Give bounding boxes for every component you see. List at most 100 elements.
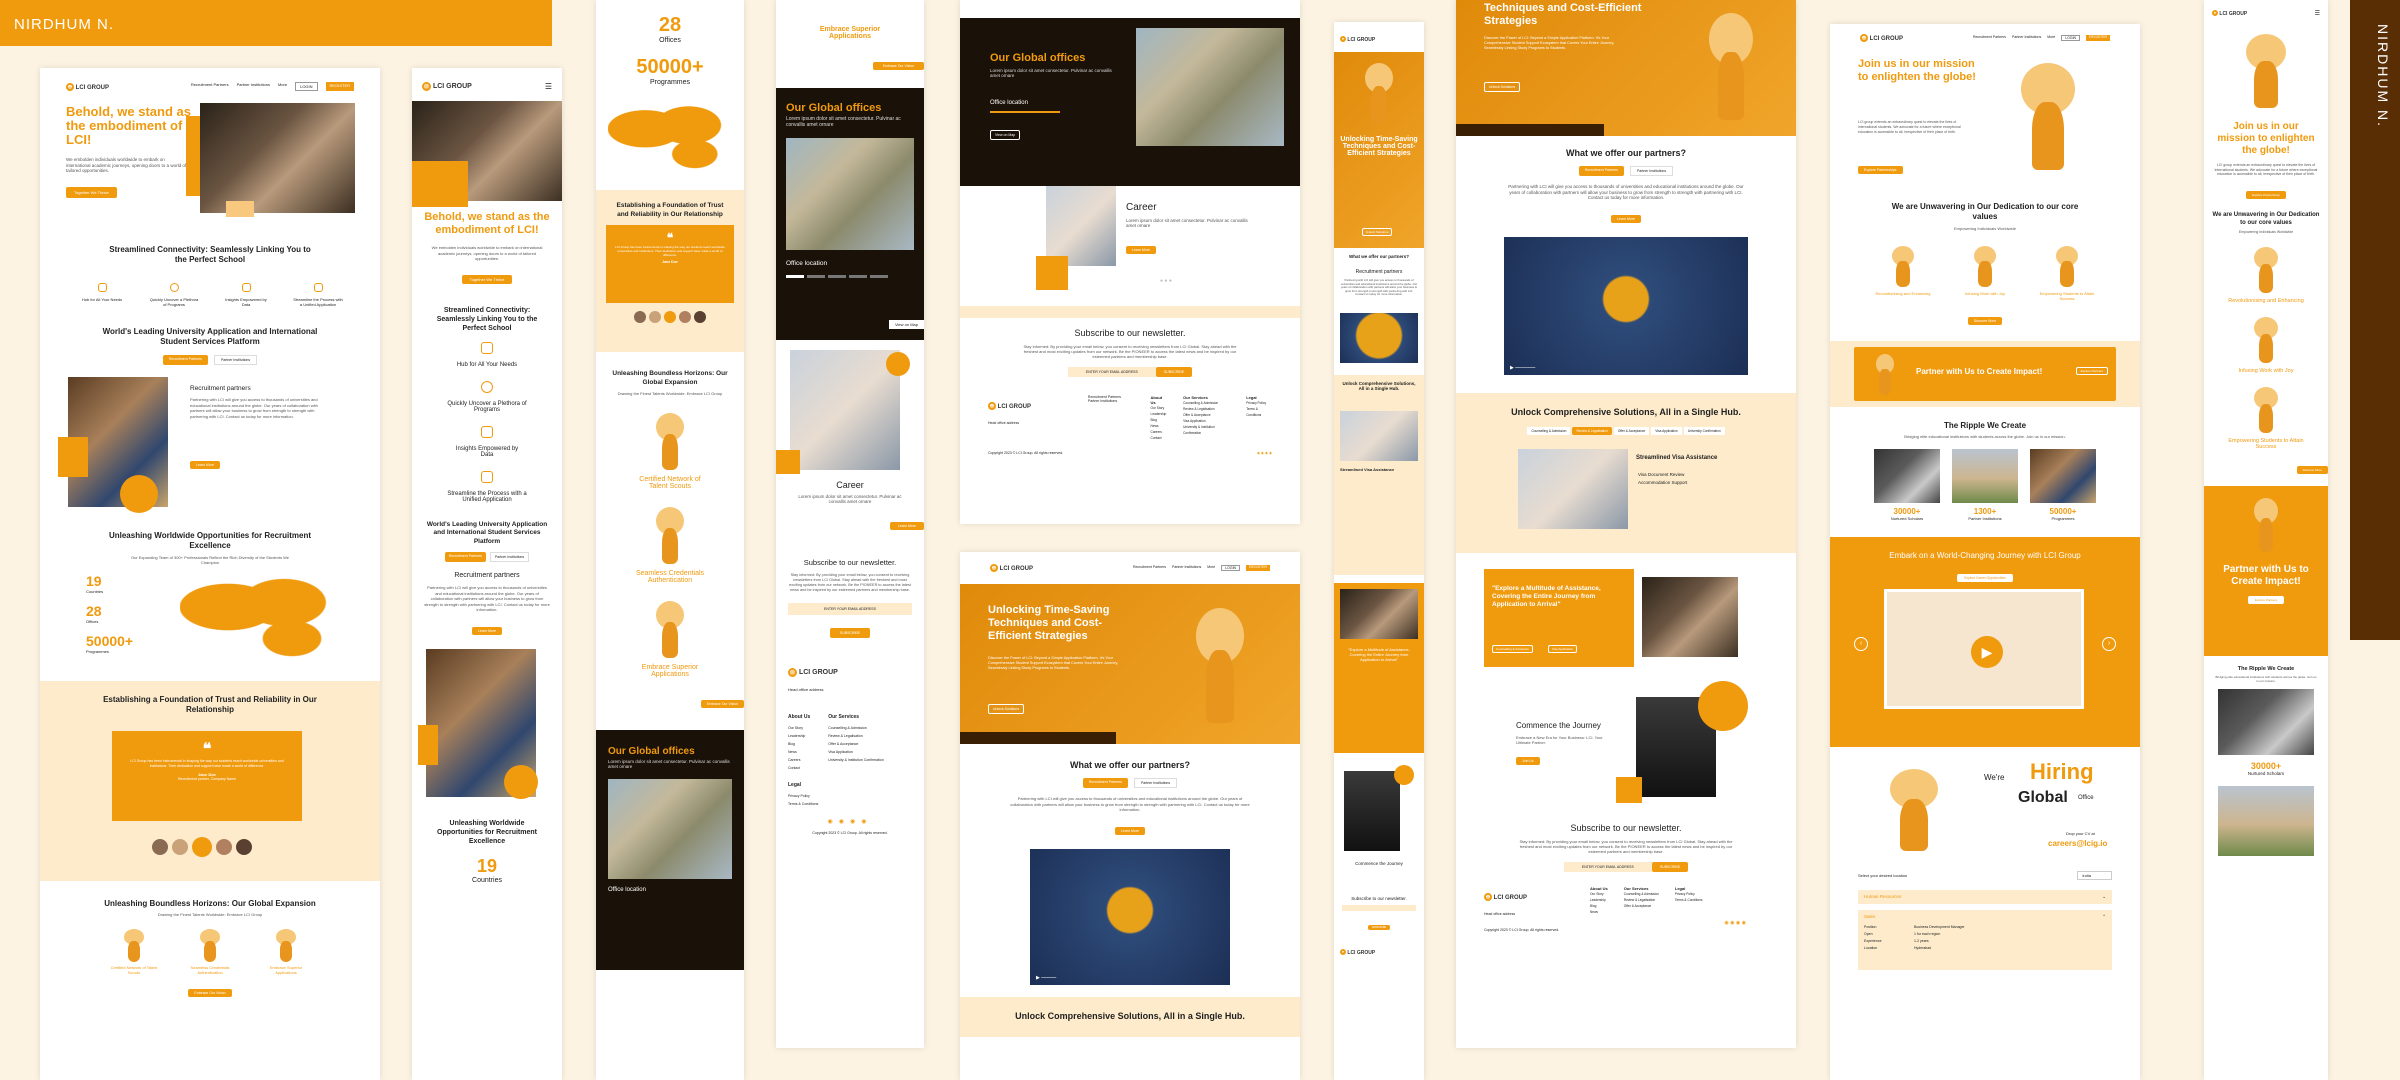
strategies-cta[interactable]: Unlock Solutions xyxy=(1484,82,1521,92)
play-icon[interactable]: ▶ xyxy=(1971,636,2003,668)
menu-icon[interactable]: ☰ xyxy=(2315,10,2320,17)
email-input[interactable]: ENTER YOUR EMAIL ADDRESS xyxy=(1563,861,1652,872)
next-arrow-icon[interactable]: › xyxy=(2102,637,2116,651)
social-icons[interactable]: ◉ ◉ ◉ ◉ xyxy=(1257,451,1272,455)
social-icons[interactable]: ◉ ◉ ◉ ◉ xyxy=(1506,920,1746,926)
footer-link[interactable]: Counselling & Admission xyxy=(1624,891,1659,897)
offer-cta[interactable]: Learn More xyxy=(1115,826,1145,835)
footer-link[interactable]: Our Story xyxy=(788,724,810,732)
horizons-cta[interactable]: Embrace Our Vision xyxy=(872,62,924,70)
footer-link[interactable]: Visa Application xyxy=(828,748,883,756)
footer-link[interactable]: News xyxy=(788,748,810,756)
hiring-email[interactable]: careers@lcig.io xyxy=(2048,839,2107,848)
nav-item[interactable]: Recruitment Partners xyxy=(1973,35,2006,41)
tab-recruitment-partners[interactable]: Recruitment Partners xyxy=(1578,166,1624,176)
nav-item[interactable]: Partner Institutions xyxy=(1172,565,1201,571)
avatar[interactable] xyxy=(216,839,232,855)
nav-item[interactable]: Partner Institutions xyxy=(2012,35,2041,41)
values-cta[interactable]: Discover More xyxy=(2296,465,2328,474)
logo[interactable]: ◎ LCI GROUP xyxy=(1860,34,1903,42)
subscribe-button[interactable]: SUBSCRIBE xyxy=(829,628,871,638)
location-select[interactable]: India xyxy=(2077,871,2112,880)
explore-cta-visa[interactable]: Visa Application xyxy=(1548,644,1578,653)
footer-link[interactable]: Privacy Policy xyxy=(788,792,912,800)
strategies-cta[interactable]: Unlock Solutions xyxy=(988,704,1025,714)
nav-item[interactable]: More xyxy=(2047,35,2055,41)
email-input[interactable] xyxy=(1342,904,1416,911)
mission-cta[interactable]: Explore Partnerships xyxy=(2246,190,2286,199)
avatar[interactable] xyxy=(152,839,168,855)
logo[interactable]: ◎ LCI GROUP xyxy=(66,82,109,91)
footer-link[interactable]: Offer & Acceptance xyxy=(1624,903,1659,909)
platform-cta[interactable]: Learn More xyxy=(472,626,502,635)
login-button[interactable]: LOGIN xyxy=(1221,565,1241,571)
solutions-tab[interactable]: Offer & Acceptance xyxy=(1613,426,1650,435)
footer-link[interactable]: University & Institution Confirmation xyxy=(1183,424,1230,436)
explore-cta-counselling[interactable]: Counselling & Admission xyxy=(1492,644,1534,653)
footer-link[interactable]: Leadership xyxy=(788,732,810,740)
avatar[interactable] xyxy=(172,839,188,855)
horizons-cta[interactable]: Embrace Our Vision xyxy=(188,989,232,997)
nav-item[interactable]: More xyxy=(278,82,287,91)
footer-logo[interactable]: ◎ LCI GROUP xyxy=(788,668,838,677)
hero-cta[interactable]: Together We Thrive xyxy=(66,187,117,198)
register-button[interactable]: REGISTER xyxy=(325,82,354,91)
footer-link[interactable]: Review & Legalisation xyxy=(828,732,883,740)
tab-partner-institutions[interactable]: Partner Institutions xyxy=(213,355,258,365)
career-cta[interactable]: Learn More xyxy=(890,522,924,530)
login-button[interactable]: LOGIN xyxy=(295,82,318,91)
strategies-cta[interactable]: Unlock Solutions xyxy=(1362,228,1393,236)
video-player[interactable]: ▶ xyxy=(1884,589,2084,709)
journey-cta[interactable]: Join Us xyxy=(1516,756,1540,765)
register-button[interactable]: REGISTER xyxy=(1246,565,1270,571)
footer-link[interactable]: Partner Institutions xyxy=(1088,399,1135,403)
tab-partner-institutions[interactable]: Partner Institutions xyxy=(489,552,530,562)
tab-recruitment-partners[interactable]: Recruitment Partners xyxy=(1082,778,1128,788)
partner-cta[interactable]: Explore Partners xyxy=(2075,367,2108,375)
logo[interactable]: ◎ LCI GROUP xyxy=(1340,36,1375,43)
subscribe-button[interactable]: SUBSCRIBE xyxy=(1367,924,1391,930)
tab-recruitment-partners[interactable]: Recruitment Partners xyxy=(162,355,208,365)
hero-cta[interactable]: Together We Thrive xyxy=(461,274,513,284)
video-player[interactable] xyxy=(1340,312,1418,363)
footer-logo[interactable]: ◎ LCI GROUP xyxy=(1484,892,1527,901)
subscribe-button[interactable]: SUBSCRIBE xyxy=(1155,367,1193,377)
nav-item[interactable]: Recruitment Partners xyxy=(1133,565,1166,571)
subscribe-button[interactable]: SUBSCRIBE xyxy=(1651,861,1689,872)
avatar[interactable] xyxy=(649,311,661,323)
footer-link[interactable]: Leadership xyxy=(1590,897,1608,903)
view-on-map-button[interactable]: View on Map xyxy=(990,130,1021,140)
partner-cta[interactable]: Explore Partners xyxy=(2247,595,2285,604)
logo[interactable]: ◎ LCI GROUP xyxy=(990,564,1033,572)
offer-cta[interactable]: Learn More xyxy=(1611,214,1641,223)
footer-link[interactable]: Careers xyxy=(788,756,810,764)
email-input[interactable]: ENTER YOUR EMAIL ADDRESS xyxy=(788,603,912,615)
solutions-tab[interactable]: Review & Legalisation xyxy=(1572,426,1612,435)
prev-arrow-icon[interactable]: ‹ xyxy=(1854,637,1868,651)
footer-link[interactable]: Counselling & Admission xyxy=(828,724,883,732)
nav-item[interactable]: Partner Institutions xyxy=(237,82,270,91)
avatar[interactable] xyxy=(236,839,252,855)
footer-link[interactable]: Blog xyxy=(788,740,810,748)
tab-partner-institutions[interactable]: Partner Institutions xyxy=(1629,166,1674,176)
values-cta[interactable]: Discover More xyxy=(1967,317,2003,325)
avatar[interactable] xyxy=(664,311,676,323)
footer-link[interactable]: Terms & Conditions xyxy=(788,800,912,808)
footer-link[interactable]: Offer & Acceptance xyxy=(828,740,883,748)
footer-link[interactable]: University & Institution Confirmation xyxy=(828,756,883,764)
nav-item[interactable]: Recruitment Partners xyxy=(191,82,229,91)
register-button[interactable]: REGISTER xyxy=(2086,35,2110,41)
avatar[interactable] xyxy=(694,311,706,323)
email-input[interactable]: ENTER YOUR EMAIL ADDRESS xyxy=(1067,367,1156,377)
solutions-tab[interactable]: University Confirmation xyxy=(1683,426,1725,435)
video-player[interactable]: ▶ ⎯⎯⎯⎯⎯⎯⎯⎯ xyxy=(1504,236,1748,375)
social-icons[interactable]: ◉◉◉◉ xyxy=(788,818,912,825)
horizons-cta[interactable]: Embrace Our Vision xyxy=(700,700,744,708)
avatar[interactable] xyxy=(634,311,646,323)
footer-link[interactable]: Contact xyxy=(1151,435,1168,441)
video-player[interactable]: ▶ ⎯⎯⎯⎯⎯⎯ xyxy=(1030,848,1230,985)
footer-link[interactable]: Terms & Conditions xyxy=(1246,406,1272,418)
career-cta[interactable]: Learn More xyxy=(1126,246,1156,254)
logo[interactable]: ◎ LCI GROUP xyxy=(422,82,472,91)
tab-partner-institutions[interactable]: Partner Institutions xyxy=(1133,778,1178,788)
